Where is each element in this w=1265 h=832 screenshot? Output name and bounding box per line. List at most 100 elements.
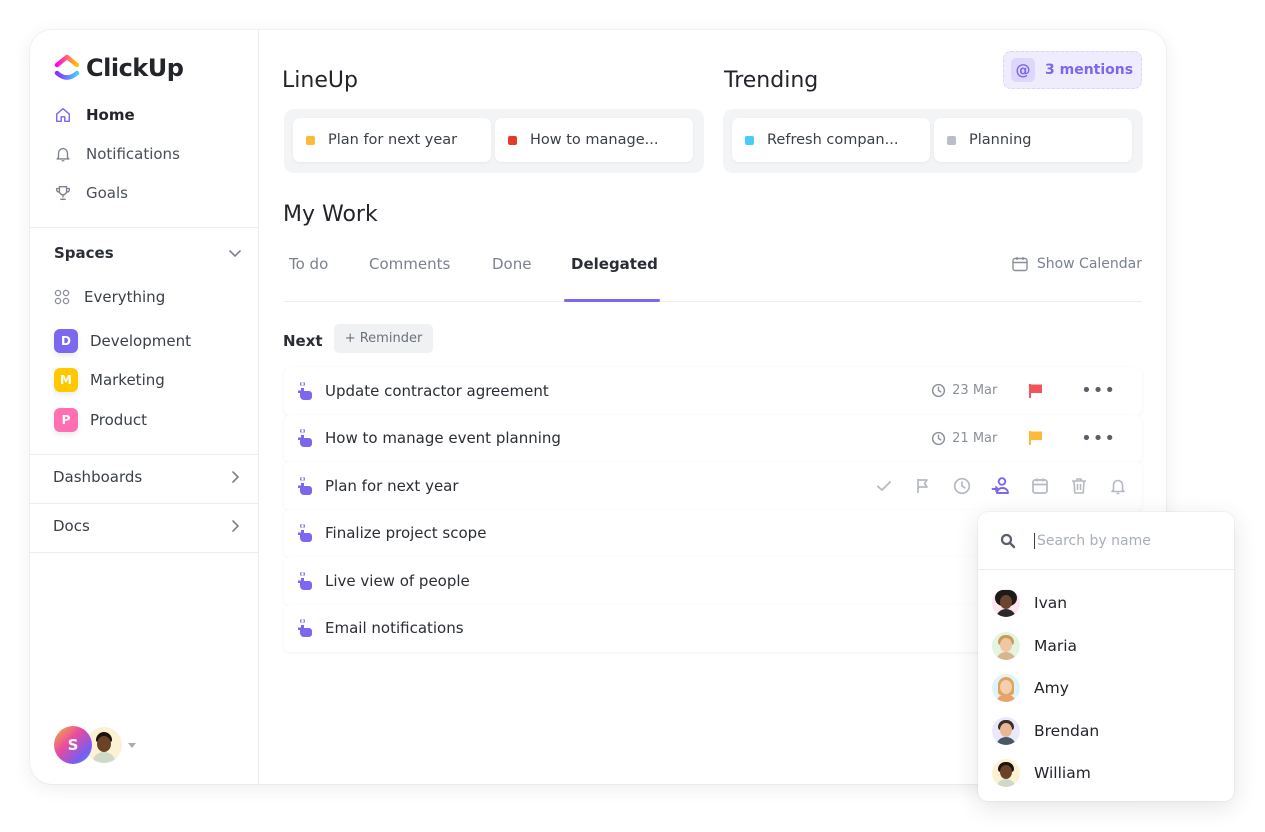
person-option[interactable]: Amy: [978, 667, 1234, 710]
task-title: How to manage event planning: [325, 429, 561, 448]
sidebar-item-docs[interactable]: Docs: [53, 517, 241, 535]
delegated-task-icon: [298, 477, 312, 495]
calendar-icon: [1012, 257, 1028, 272]
person-avatar: [992, 674, 1020, 703]
assignee-search-input[interactable]: [1034, 532, 1214, 549]
nav-item-notifications[interactable]: Notifications: [54, 145, 180, 163]
user-avatar[interactable]: S: [54, 726, 92, 764]
space-product[interactable]: P Product: [54, 408, 147, 432]
my-work-tabs: To do Comments Done Delegated Show Calen…: [284, 245, 1142, 302]
spaces-header[interactable]: Spaces: [54, 244, 242, 262]
more-options-icon[interactable]: •••: [1081, 380, 1116, 401]
person-option[interactable]: Maria: [978, 625, 1234, 668]
chevron-down-icon[interactable]: [228, 246, 242, 260]
person-name: Ivan: [1034, 594, 1068, 613]
task-row[interactable]: How to manage event planning 21 Mar •••: [284, 414, 1142, 462]
lineup-tray: Plan for next year How to manage...: [284, 109, 704, 173]
person-option[interactable]: Ivan: [978, 582, 1234, 625]
sidebar: ClickUp Home Notifications Goals Spaces …: [30, 30, 259, 784]
assignee-search-row: [978, 512, 1234, 570]
nav-label: Home: [86, 106, 135, 124]
show-calendar-button[interactable]: Show Calendar: [1011, 255, 1142, 273]
person-option[interactable]: Brendan: [978, 710, 1234, 753]
search-icon: [1000, 533, 1016, 548]
add-reminder-button[interactable]: + Reminder: [334, 324, 433, 353]
delegated-task-icon: [298, 619, 312, 638]
assign-user-icon[interactable]: [991, 476, 1011, 496]
person-name: Maria: [1034, 636, 1078, 655]
lineup-title: LineUp: [282, 68, 358, 93]
nav-item-home[interactable]: Home: [54, 106, 135, 124]
lineup-item[interactable]: Plan for next year: [293, 118, 491, 162]
person-option[interactable]: William: [978, 752, 1234, 795]
space-label: Everything: [84, 288, 166, 306]
next-label: Next: [283, 332, 323, 350]
lineup-item[interactable]: How to manage...: [495, 118, 693, 162]
priority-flag-icon[interactable]: [1025, 430, 1047, 446]
tab-comments[interactable]: Comments: [369, 255, 450, 273]
trophy-icon: [56, 186, 70, 200]
nav-label: Goals: [86, 184, 128, 202]
mentions-label: 3 mentions: [1045, 62, 1134, 78]
due-date[interactable]: 21 Mar: [931, 431, 1017, 446]
mentions-button[interactable]: @ 3 mentions: [1003, 51, 1142, 89]
clickup-logo-icon: [54, 54, 80, 80]
space-development[interactable]: D Development: [54, 329, 191, 353]
tab-delegated[interactable]: Delegated: [571, 255, 658, 273]
due-date-text: 23 Mar: [952, 383, 998, 399]
trending-item[interactable]: Planning: [934, 118, 1132, 162]
sidebar-divider: [30, 503, 259, 504]
trash-icon[interactable]: [1069, 476, 1089, 496]
status-dot: [745, 135, 754, 145]
people-list: Ivan Maria Amy Brendan William: [978, 570, 1234, 795]
space-label: Product: [90, 411, 147, 429]
more-options-icon[interactable]: •••: [1081, 428, 1116, 449]
section-label: Dashboards: [53, 468, 143, 486]
space-marketing[interactable]: M Marketing: [54, 368, 165, 392]
at-icon: @: [1011, 58, 1035, 82]
space-everything[interactable]: Everything: [54, 288, 165, 306]
nav-item-goals[interactable]: Goals: [54, 184, 128, 202]
priority-flag-icon[interactable]: [1025, 383, 1047, 399]
sidebar-divider: [30, 552, 259, 553]
home-icon: [55, 107, 71, 123]
section-label: Docs: [53, 517, 90, 535]
clock-icon[interactable]: [952, 476, 972, 496]
status-dot: [508, 135, 517, 145]
trending-item[interactable]: Refresh compan...: [732, 118, 930, 162]
trending-item-label: Planning: [969, 132, 1032, 148]
delegated-task-icon: [298, 382, 312, 400]
caret-down-icon[interactable]: [128, 742, 136, 748]
trending-title: Trending: [724, 68, 819, 93]
space-label: Development: [90, 332, 191, 350]
active-tab-indicator: [564, 299, 660, 302]
calendar-icon[interactable]: [1030, 476, 1050, 496]
bell-icon[interactable]: [1108, 476, 1128, 496]
space-badge: D: [54, 329, 78, 353]
sidebar-item-dashboards[interactable]: Dashboards: [53, 468, 241, 486]
tab-done[interactable]: Done: [492, 255, 531, 273]
nav-label: Notifications: [86, 145, 180, 163]
bell-icon: [56, 147, 70, 162]
task-row-hovered[interactable]: Plan for next year: [284, 462, 1142, 510]
due-date[interactable]: 23 Mar: [931, 383, 1017, 398]
tab-to-do[interactable]: To do: [289, 255, 328, 273]
person-name: Amy: [1034, 679, 1069, 698]
flag-icon[interactable]: [913, 476, 933, 496]
person-avatar: [992, 759, 1020, 788]
clock-icon: [932, 431, 946, 445]
task-title: Finalize project scope: [325, 524, 487, 543]
clickup-logo[interactable]: ClickUp: [54, 54, 184, 82]
chevron-right-icon: [232, 471, 240, 483]
user-menu[interactable]: S: [54, 726, 136, 764]
clock-icon: [932, 384, 946, 398]
chevron-right-icon: [232, 520, 240, 532]
delegated-task-icon: [298, 572, 312, 590]
task-row[interactable]: Update contractor agreement 23 Mar •••: [284, 367, 1142, 415]
space-label: Marketing: [90, 371, 165, 389]
due-date-text: 21 Mar: [952, 430, 998, 446]
status-dot: [306, 135, 315, 145]
task-meta: 21 Mar •••: [931, 428, 1116, 449]
check-icon[interactable]: [874, 476, 894, 496]
trending-item-label: Refresh compan...: [767, 132, 899, 148]
